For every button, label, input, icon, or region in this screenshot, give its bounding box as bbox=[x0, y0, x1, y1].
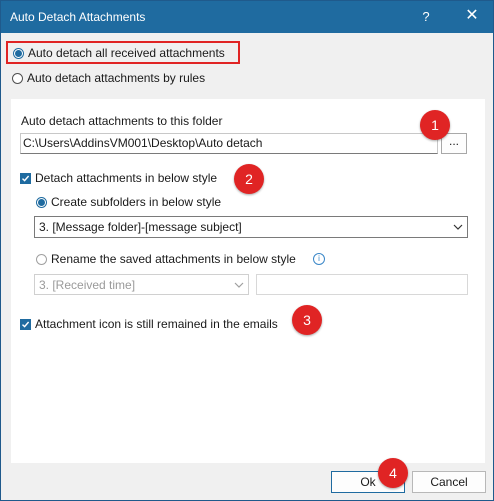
title-bar: Auto Detach Attachments ? ✕ bbox=[1, 1, 493, 33]
info-icon[interactable]: i bbox=[313, 253, 325, 265]
radio-unselected-icon bbox=[12, 72, 23, 84]
folder-path-input[interactable]: C:\Users\AddinsVM001\Desktop\Auto detach bbox=[20, 133, 438, 154]
radio-auto-detach-all-label: Auto detach all received attachments bbox=[28, 46, 225, 60]
checkbox-detach-style[interactable]: Detach attachments in below style bbox=[20, 171, 217, 185]
radio-rename-attachments-label: Rename the saved attachments in below st… bbox=[51, 252, 296, 266]
folder-label: Auto detach attachments to this folder bbox=[21, 114, 223, 128]
radio-auto-detach-by-rules-label: Auto detach attachments by rules bbox=[27, 71, 206, 85]
checkbox-icon-remained[interactable]: Attachment icon is still remained in the… bbox=[20, 317, 278, 331]
checkbox-checked-icon bbox=[20, 318, 31, 330]
radio-unselected-icon bbox=[36, 253, 47, 265]
badge-4: 4 bbox=[378, 458, 408, 488]
checkbox-icon-remained-label: Attachment icon is still remained in the… bbox=[35, 317, 278, 331]
rename-text-input[interactable] bbox=[256, 274, 468, 295]
chevron-down-icon bbox=[453, 224, 463, 230]
chevron-down-icon bbox=[234, 282, 244, 288]
badge-3: 3 bbox=[292, 305, 322, 335]
subfolder-style-value: 3. [Message folder]-[message subject] bbox=[39, 220, 242, 234]
window-title: Auto Detach Attachments bbox=[10, 10, 146, 24]
dialog-window: Auto Detach Attachments ? ✕ Auto detach … bbox=[0, 0, 494, 501]
radio-selected-icon bbox=[36, 196, 47, 208]
radio-auto-detach-all[interactable]: Auto detach all received attachments bbox=[13, 46, 225, 60]
rename-style-value: 3. [Received time] bbox=[39, 278, 136, 292]
radio-rename-attachments[interactable]: Rename the saved attachments in below st… bbox=[36, 252, 296, 266]
radio-create-subfolders-label: Create subfolders in below style bbox=[51, 195, 222, 209]
cancel-button[interactable]: Cancel bbox=[412, 471, 486, 493]
rename-style-select[interactable]: 3. [Received time] bbox=[34, 274, 249, 295]
badge-2: 2 bbox=[234, 164, 264, 194]
subfolder-style-select[interactable]: 3. [Message folder]-[message subject] bbox=[34, 216, 468, 238]
checkbox-detach-style-label: Detach attachments in below style bbox=[35, 171, 218, 185]
radio-auto-detach-by-rules[interactable]: Auto detach attachments by rules bbox=[12, 71, 205, 85]
radio-create-subfolders[interactable]: Create subfolders in below style bbox=[36, 195, 221, 209]
close-button[interactable]: ✕ bbox=[457, 1, 487, 33]
checkbox-checked-icon bbox=[20, 172, 31, 184]
radio-selected-icon bbox=[13, 47, 24, 59]
badge-1: 1 bbox=[420, 110, 450, 140]
help-button[interactable]: ? bbox=[411, 1, 441, 33]
